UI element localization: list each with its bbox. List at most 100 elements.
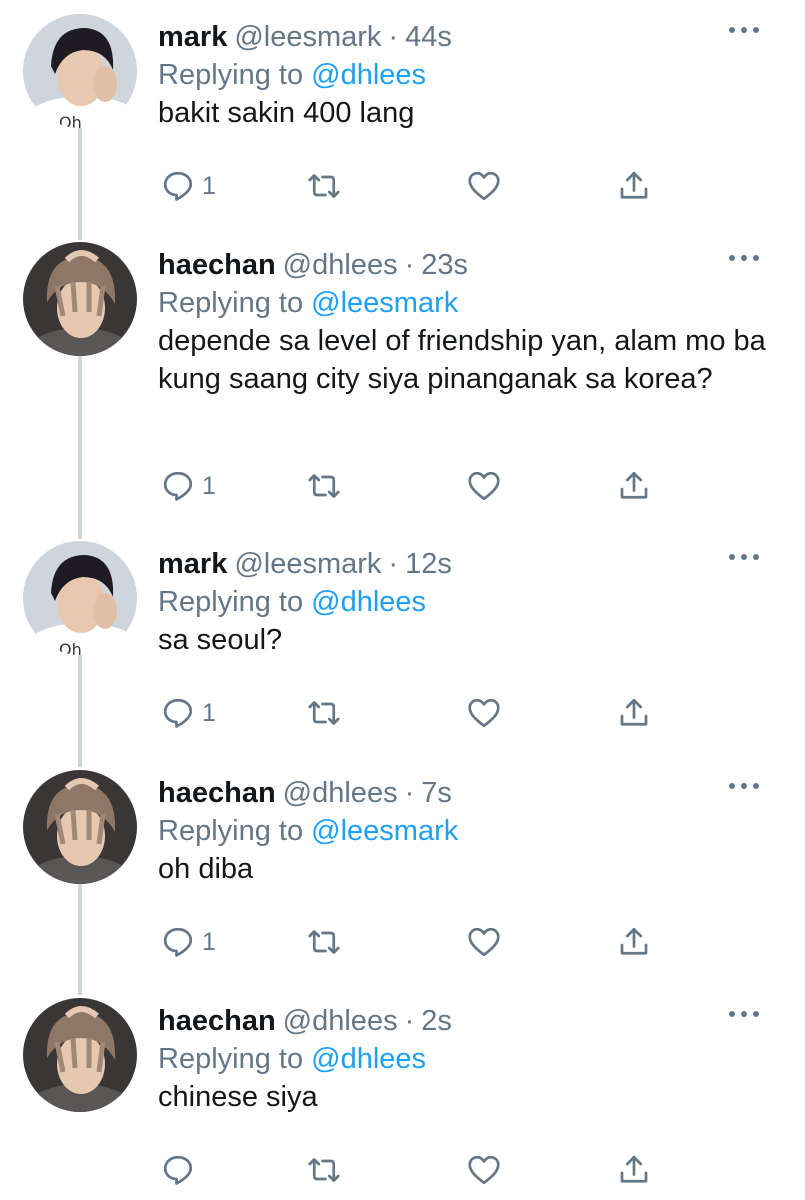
display-name[interactable]: haechan [158, 1002, 276, 1040]
retweet-icon [306, 695, 342, 731]
timestamp[interactable]: 2s [421, 1002, 452, 1040]
avatar[interactable] [23, 998, 137, 1112]
reply-count: 1 [202, 928, 216, 956]
replying-to-label: Replying to [158, 815, 304, 847]
thread-line [78, 356, 82, 539]
share-button[interactable] [616, 1152, 652, 1188]
user-handle[interactable]: @leesmark [234, 18, 381, 56]
reply-button[interactable]: 1 [160, 168, 216, 204]
separator-dot: · [388, 548, 399, 580]
heart-icon [466, 468, 502, 504]
reply-icon [160, 168, 196, 204]
share-icon [616, 924, 652, 960]
heart-icon [466, 695, 502, 731]
tweet-text: oh diba [158, 853, 254, 885]
separator-dot: · [404, 1005, 415, 1037]
reply-button[interactable]: 1 [160, 695, 216, 731]
share-button[interactable] [616, 468, 652, 504]
separator-dot: · [404, 249, 415, 281]
reply-count: 1 [202, 699, 216, 727]
heart-icon [466, 924, 502, 960]
retweet-button[interactable] [306, 1152, 342, 1188]
svg-text:Oh: Oh [59, 640, 82, 655]
user-handle[interactable]: @dhlees [283, 246, 398, 284]
retweet-icon [306, 468, 342, 504]
display-name[interactable]: haechan [158, 774, 276, 812]
reply-count: 1 [202, 172, 216, 200]
replying-to: Replying to @leesmark [158, 284, 775, 322]
tweet-text: chinese siya [158, 1081, 318, 1113]
reply-icon [160, 695, 196, 731]
display-name[interactable]: mark [158, 18, 227, 56]
retweet-icon [306, 1152, 342, 1188]
share-button[interactable] [616, 695, 652, 731]
user-handle[interactable]: @dhlees [283, 1002, 398, 1040]
retweet-button[interactable] [306, 924, 342, 960]
retweet-button[interactable] [306, 695, 342, 731]
thread-line [78, 128, 82, 240]
share-icon [616, 468, 652, 504]
heart-icon [466, 1152, 502, 1188]
reply-button[interactable]: 1 [160, 924, 216, 960]
timestamp[interactable]: 23s [421, 246, 468, 284]
timestamp[interactable]: 44s [405, 18, 452, 56]
svg-text:Oh: Oh [59, 113, 82, 128]
reply-button[interactable] [160, 1152, 202, 1188]
like-button[interactable] [466, 695, 502, 731]
thread-line [78, 655, 82, 767]
heart-icon [466, 168, 502, 204]
reply-count: 1 [202, 472, 216, 500]
replying-to-label: Replying to [158, 586, 304, 618]
avatar[interactable]: Oh [23, 541, 137, 655]
tweet-text: sa seoul? [158, 624, 283, 656]
like-button[interactable] [466, 924, 502, 960]
like-button[interactable] [466, 168, 502, 204]
retweet-icon [306, 924, 342, 960]
like-button[interactable] [466, 468, 502, 504]
share-icon [616, 695, 652, 731]
separator-dot: · [388, 21, 399, 53]
replying-to: Replying to @leesmark [158, 812, 775, 850]
more-icon[interactable] [729, 1008, 759, 1020]
separator-dot: · [404, 777, 415, 809]
replying-to: Replying to @dhlees [158, 1040, 775, 1078]
timestamp[interactable]: 7s [421, 774, 452, 812]
tweet-text: depende sa level of friendship yan, alam… [158, 325, 766, 395]
replying-to: Replying to @dhlees [158, 583, 775, 621]
replying-to-handle[interactable]: @dhlees [311, 1043, 426, 1075]
replying-to-handle[interactable]: @dhlees [311, 59, 426, 91]
reply-icon [160, 468, 196, 504]
user-handle[interactable]: @dhlees [283, 774, 398, 812]
reply-icon [160, 924, 196, 960]
reply-button[interactable]: 1 [160, 468, 216, 504]
more-icon[interactable] [729, 24, 759, 36]
more-icon[interactable] [729, 252, 759, 264]
replying-to-label: Replying to [158, 59, 304, 91]
timestamp[interactable]: 12s [405, 545, 452, 583]
retweet-button[interactable] [306, 168, 342, 204]
replying-to-handle[interactable]: @dhlees [311, 586, 426, 618]
replying-to: Replying to @dhlees [158, 56, 775, 94]
replying-to-handle[interactable]: @leesmark [311, 815, 458, 847]
display-name[interactable]: mark [158, 545, 227, 583]
replying-to-handle[interactable]: @leesmark [311, 287, 458, 319]
more-icon[interactable] [729, 780, 759, 792]
reply-icon [160, 1152, 196, 1188]
display-name[interactable]: haechan [158, 246, 276, 284]
retweet-icon [306, 168, 342, 204]
thread-line [78, 883, 82, 995]
replying-to-label: Replying to [158, 1043, 304, 1075]
avatar[interactable] [23, 242, 137, 356]
share-icon [616, 1152, 652, 1188]
like-button[interactable] [466, 1152, 502, 1188]
avatar[interactable]: Oh [23, 14, 137, 128]
retweet-button[interactable] [306, 468, 342, 504]
replying-to-label: Replying to [158, 287, 304, 319]
share-icon [616, 168, 652, 204]
more-icon[interactable] [729, 551, 759, 563]
share-button[interactable] [616, 924, 652, 960]
tweet-text: bakit sakin 400 lang [158, 97, 415, 129]
avatar[interactable] [23, 770, 137, 884]
user-handle[interactable]: @leesmark [234, 545, 381, 583]
share-button[interactable] [616, 168, 652, 204]
